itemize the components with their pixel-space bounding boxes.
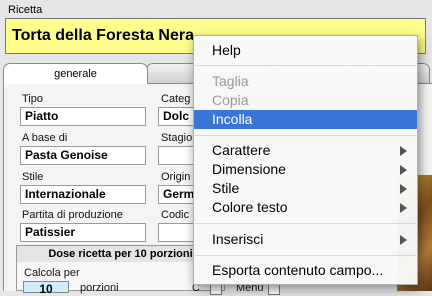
menu-item-help[interactable]: Help — [194, 41, 417, 60]
menu-item-label: Inserisci — [212, 231, 264, 247]
menu-item-label: Colore testo — [212, 199, 288, 215]
submenu-arrow-icon — [400, 165, 407, 175]
partita-field[interactable]: Patissier — [20, 223, 146, 242]
menu-item-taglia: Taglia — [212, 73, 249, 89]
codice-label: Codic — [161, 209, 190, 221]
stagione-label: Stagio — [161, 132, 193, 144]
menu-separator — [195, 135, 416, 136]
menu-item-label: Dimensione — [212, 161, 286, 177]
stagione-field[interactable] — [158, 146, 198, 165]
menu-item-esporta[interactable]: Esporta contenuto campo... — [194, 261, 417, 280]
origine-field[interactable]: Germ — [158, 185, 198, 204]
menu-separator — [195, 65, 416, 66]
menu-separator — [195, 255, 416, 256]
submenu-arrow-icon — [400, 146, 407, 156]
submenu-arrow-icon — [400, 235, 407, 245]
tipo-field[interactable]: Piatto — [20, 107, 146, 126]
menu-item-incolla[interactable]: Incolla — [194, 110, 417, 129]
categoria-label: Categ — [161, 93, 191, 105]
origine-label: Origin — [161, 171, 191, 183]
menu-item-dimensione[interactable]: Dimensione — [194, 160, 417, 179]
menu-item-label: Carattere — [212, 142, 271, 158]
categoria-field[interactable]: Dolc — [158, 107, 198, 126]
calcola-field[interactable]: 10 — [23, 281, 69, 296]
menu-item-stile[interactable]: Stile — [194, 179, 417, 198]
codice-field[interactable] — [158, 223, 198, 242]
stile-label: Stile — [22, 171, 44, 183]
menu-item-inserisci[interactable]: Inserisci — [194, 230, 417, 249]
menu-item-copia: Copia — [212, 92, 249, 108]
porzioni-label: porzioni — [80, 282, 119, 294]
tab-generale[interactable]: generale — [3, 63, 148, 84]
menu-item-label: Stile — [212, 180, 240, 196]
a-base-di-field[interactable]: Pasta Genoise — [20, 146, 146, 165]
recipe-label: Ricetta — [8, 4, 43, 16]
submenu-arrow-icon — [400, 184, 407, 194]
context-menu: Help Taglia Copia Incolla Carattere Dime… — [193, 35, 418, 285]
tipo-label: Tipo — [22, 93, 43, 105]
calcola-label: Calcola per — [24, 267, 80, 279]
partita-label: Partita di produzione — [22, 209, 123, 221]
menu-item-colore-testo[interactable]: Colore testo — [194, 198, 417, 217]
stile-field[interactable]: Internazionale — [20, 185, 146, 204]
menu-separator — [195, 223, 416, 224]
menu-item-carattere[interactable]: Carattere — [194, 141, 417, 160]
submenu-arrow-icon — [400, 203, 407, 213]
a-base-di-label: A base di — [22, 132, 68, 144]
